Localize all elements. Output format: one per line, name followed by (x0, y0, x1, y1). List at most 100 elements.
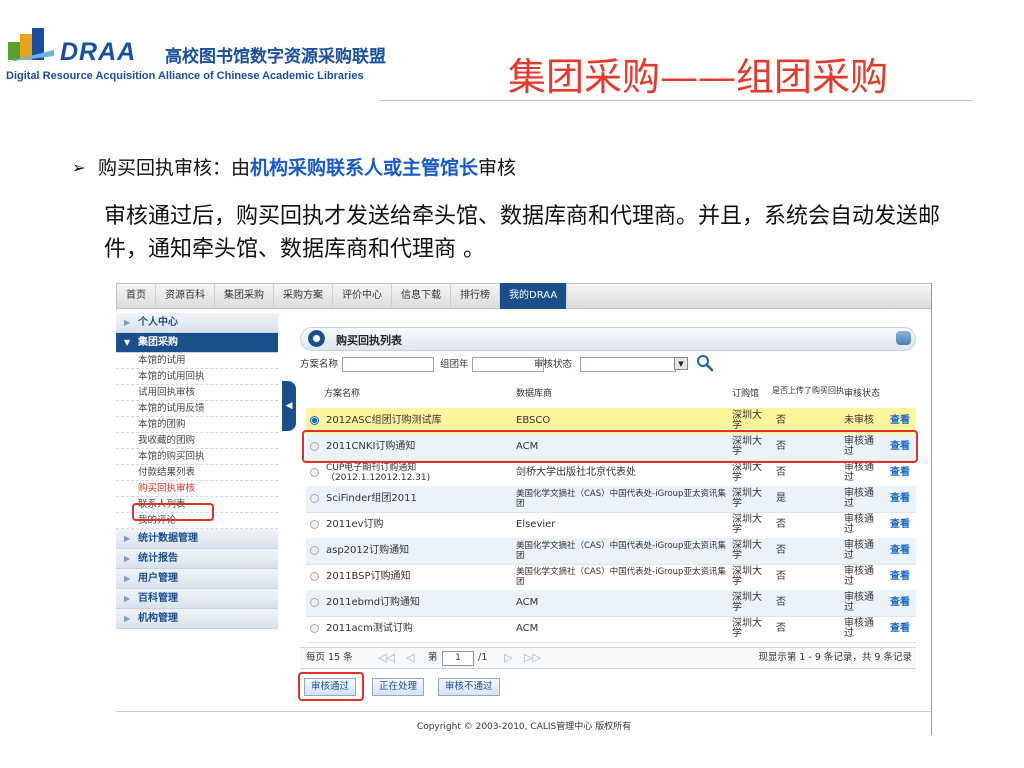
view-link[interactable]: 查看 (890, 590, 914, 616)
nav-my-draa[interactable]: 我的DRAA (500, 283, 568, 309)
screenshot-edge (931, 283, 932, 735)
table-row[interactable]: CUP电子期刊订购通知（2012.1.12012.12.31) 剑桥大学出版社北京… (306, 460, 916, 487)
row-radio[interactable] (310, 572, 319, 581)
row-radio[interactable] (310, 416, 319, 425)
sidebar-category-institutions[interactable]: ▶ 机构管理 (116, 609, 278, 629)
cell-library: 深圳大学 (732, 618, 762, 639)
chevron-right-icon: ▶ (124, 534, 131, 543)
nav-downloads[interactable]: 信息下载 (392, 283, 451, 309)
col-plan-name: 方案名称 (324, 389, 361, 399)
chevron-right-icon: ▶ (124, 594, 131, 603)
sidebar-category-label: 统计数据管理 (138, 533, 198, 544)
chevron-right-icon: ▶ (124, 554, 131, 563)
next-page-icon[interactable]: ▷ (504, 648, 512, 668)
table-row[interactable]: SciFinder组团2011 美国化学文摘社（CAS）中国代表处-iGroup亚… (306, 486, 916, 513)
row-radio[interactable] (310, 494, 319, 503)
review-status-select[interactable] (580, 357, 676, 372)
nav-purchase-plan[interactable]: 采购方案 (274, 283, 333, 309)
row-radio[interactable] (310, 624, 319, 633)
view-link[interactable]: 查看 (890, 564, 914, 590)
sidebar-category-label: 统计报告 (138, 553, 178, 564)
processing-button[interactable]: 正在处理 (372, 678, 425, 696)
page-number-input[interactable]: 1 (442, 651, 474, 666)
view-link[interactable]: 查看 (890, 616, 914, 642)
sidebar-item[interactable]: 本馆的试用反馈 (116, 401, 278, 417)
cell-status: 审核通过 (844, 618, 874, 639)
nav-evaluation[interactable]: 评价中心 (333, 283, 392, 309)
cell-plan-name: CUP电子期刊订购通知（2012.1.12012.12.31) (326, 463, 431, 483)
sidebar-category-personal[interactable]: ▶ 个人中心 (116, 313, 278, 333)
first-page-icon[interactable]: ◁◁ (378, 648, 395, 668)
cell-vendor: 美国化学文摘社（CAS）中国代表处-iGroup亚太资讯集团 (516, 489, 726, 509)
col-status: 审核状态 (844, 389, 881, 399)
view-link[interactable]: 查看 (890, 512, 914, 538)
cell-status: 审核通过 (844, 540, 874, 561)
nav-ranking[interactable]: 排行榜 (451, 283, 500, 309)
sidebar-category-label: 机构管理 (138, 613, 178, 624)
cell-plan-name: asp2012订购通知 (326, 545, 410, 556)
draa-logo-icon (6, 28, 54, 62)
table-row[interactable]: 2011ebmd订购通知 ACM 深圳大学 否 审核通过 查看 (306, 590, 916, 617)
panel-bullet-icon (308, 330, 325, 347)
row-radio[interactable] (310, 468, 319, 477)
panel-collapse-icon[interactable] (896, 331, 911, 345)
chevron-right-icon: ▶ (124, 574, 131, 583)
view-link[interactable]: 查看 (890, 538, 914, 564)
sidebar-item[interactable]: 本馆的试用回执 (116, 369, 278, 385)
row-radio[interactable] (310, 598, 319, 607)
sidebar-item[interactable]: 付款结果列表 (116, 465, 278, 481)
nav-home[interactable]: 首页 (117, 283, 156, 309)
page-prefix: 第 (428, 652, 438, 663)
sidebar-item[interactable]: 我收藏的团购 (116, 433, 278, 449)
sidebar-category-reports[interactable]: ▶ 统计报告 (116, 549, 278, 569)
table-row[interactable]: 2011acm测试订购 ACM 深圳大学 否 审核通过 查看 (306, 616, 916, 643)
cell-plan-name: SciFinder组团2011 (326, 493, 417, 504)
cell-uploaded: 否 (776, 571, 786, 582)
cell-uploaded: 是 (776, 493, 786, 504)
prev-page-icon[interactable]: ◁ (406, 648, 414, 668)
logo-chinese-name: 高校图书馆数字资源采购联盟 (165, 47, 386, 67)
nav-group-purchase[interactable]: 集团采购 (215, 283, 274, 309)
last-page-icon[interactable]: ▷▷ (524, 648, 541, 668)
slide-title: 集团采购——组团采购 (508, 55, 889, 99)
sidebar-item[interactable]: 本馆的团购 (116, 417, 278, 433)
sidebar-item[interactable]: 试用回执审核 (116, 385, 278, 401)
bullet-prefix: 购买回执审核：由 (98, 157, 251, 179)
cell-library: 深圳大学 (732, 592, 762, 613)
cell-vendor: 剑桥大学出版社北京代表处 (516, 467, 636, 478)
sidebar-category-label: 个人中心 (138, 317, 178, 328)
collapse-sidebar-icon[interactable]: ◀ (282, 381, 296, 431)
cell-uploaded: 否 (776, 467, 786, 478)
cell-uploaded: 否 (776, 623, 786, 634)
description-paragraph: 审核通过后，购买回执才发送给牵头馆、数据库商和代理商。并且，系统会自动发送邮件，… (104, 204, 941, 262)
plan-name-input[interactable] (342, 357, 434, 372)
title-divider (380, 100, 972, 101)
dropdown-arrow-icon[interactable]: ▼ (674, 357, 688, 370)
nav-resource-wiki[interactable]: 资源百科 (156, 283, 215, 309)
bullet-suffix: 审核 (478, 157, 517, 179)
app-screenshot: 首页 资源百科 集团采购 采购方案 评价中心 信息下载 排行榜 我的DRAA ▶… (116, 283, 932, 735)
cell-library: 深圳大学 (732, 514, 762, 535)
per-page-label[interactable]: 每页 15 条 (306, 648, 353, 668)
sidebar-category-wiki[interactable]: ▶ 百科管理 (116, 589, 278, 609)
view-link[interactable]: 查看 (890, 460, 914, 486)
sidebar-category-stats[interactable]: ▶ 统计数据管理 (116, 529, 278, 549)
cell-vendor: ACM (516, 623, 539, 634)
sidebar-item[interactable]: 本馆的购买回执 (116, 449, 278, 465)
row-radio[interactable] (310, 520, 319, 529)
chevron-right-icon: ▶ (124, 318, 131, 327)
search-icon[interactable] (696, 354, 714, 372)
cell-plan-name: 2011acm测试订购 (326, 623, 413, 634)
sidebar-item-purchase-review[interactable]: 购买回执审核 (116, 481, 278, 497)
sidebar-item[interactable]: 本馆的试用 (116, 353, 278, 369)
table-row[interactable]: 2011ev订购 Elsevier 深圳大学 否 审核通过 查看 (306, 512, 916, 539)
table-row[interactable]: 2011BSP订购通知 美国化学文摘社（CAS）中国代表处-iGroup亚太资讯集… (306, 564, 916, 591)
sidebar-category-group-purchase[interactable]: ▼ 集团采购 (116, 333, 278, 353)
cell-vendor: 美国化学文摘社（CAS）中国代表处-iGroup亚太资讯集团 (516, 541, 726, 561)
sidebar-category-users[interactable]: ▶ 用户管理 (116, 569, 278, 589)
sidebar-category-label: 百科管理 (138, 593, 178, 604)
row-radio[interactable] (310, 546, 319, 555)
table-row[interactable]: asp2012订购通知 美国化学文摘社（CAS）中国代表处-iGroup亚太资讯集… (306, 538, 916, 565)
reject-button[interactable]: 审核不通过 (438, 678, 500, 696)
view-link[interactable]: 查看 (890, 486, 914, 512)
